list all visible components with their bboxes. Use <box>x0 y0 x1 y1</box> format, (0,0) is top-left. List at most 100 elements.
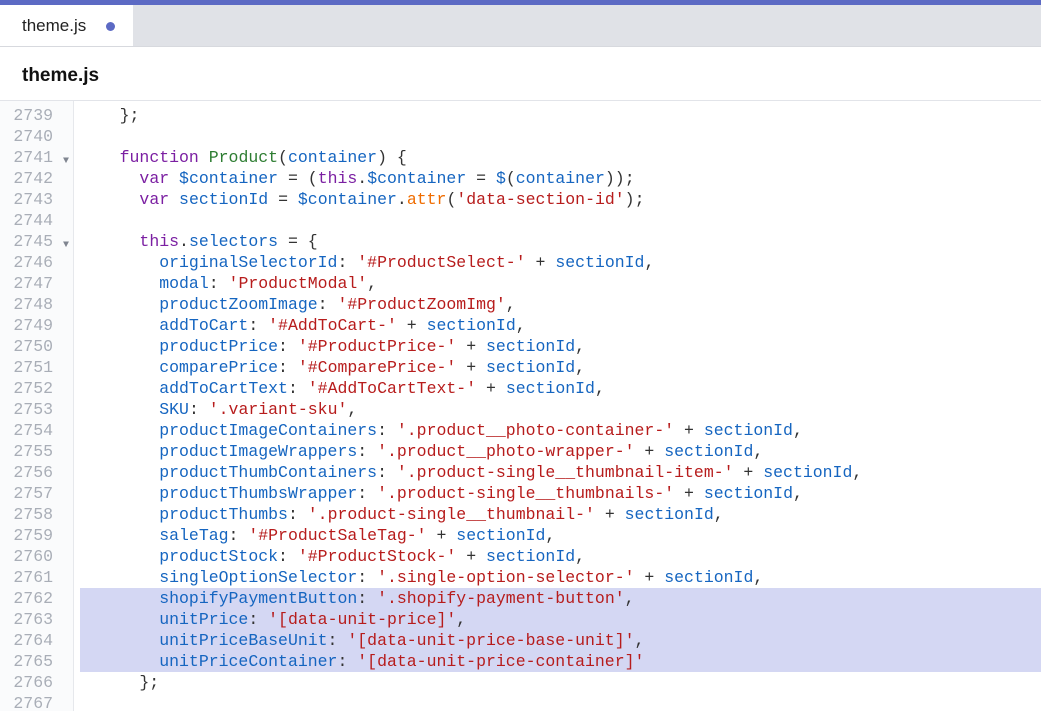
token-str: '#ProductSaleTag-' <box>248 526 426 545</box>
line-number[interactable]: 2739 <box>0 105 73 126</box>
token-this: this <box>318 169 358 188</box>
token-kw: var <box>139 190 169 209</box>
code-line[interactable]: unitPriceBaseUnit: '[data-unit-price-bas… <box>80 630 1041 651</box>
code-line[interactable]: productImageWrappers: '.product__photo-w… <box>80 441 1041 462</box>
token-prop: productZoomImage <box>159 295 317 314</box>
line-number[interactable]: 2742 <box>0 168 73 189</box>
code-line[interactable] <box>80 126 1041 147</box>
tab-bar: theme.js <box>0 5 1041 47</box>
token-punct: : <box>357 568 377 587</box>
line-number[interactable]: 2750 <box>0 336 73 357</box>
line-number[interactable]: 2756 <box>0 462 73 483</box>
line-number[interactable]: 2764 <box>0 630 73 651</box>
line-number[interactable]: 2755 <box>0 441 73 462</box>
token-punct <box>80 316 159 335</box>
code-line[interactable]: productPrice: '#ProductPrice-' + section… <box>80 336 1041 357</box>
code-line[interactable]: this.selectors = { <box>80 231 1041 252</box>
code-line[interactable]: var $container = (this.$container = $(co… <box>80 168 1041 189</box>
token-prop: modal <box>159 274 209 293</box>
line-number-gutter[interactable]: 273927402741▼2742274327442745▼2746274727… <box>0 101 74 711</box>
line-number[interactable]: 2761 <box>0 567 73 588</box>
token-punct: , <box>575 358 585 377</box>
token-punct <box>80 148 120 167</box>
code-line[interactable]: }; <box>80 672 1041 693</box>
line-number[interactable]: 2757 <box>0 483 73 504</box>
code-line[interactable]: modal: 'ProductModal', <box>80 273 1041 294</box>
code-line[interactable]: unitPriceContainer: '[data-unit-price-co… <box>80 651 1041 672</box>
token-punct: , <box>545 526 555 545</box>
token-punct <box>80 274 159 293</box>
line-number[interactable]: 2766 <box>0 672 73 693</box>
token-str: 'data-section-id' <box>456 190 624 209</box>
token-str: '#ProductPrice-' <box>298 337 456 356</box>
code-line[interactable]: saleTag: '#ProductSaleTag-' + sectionId, <box>80 525 1041 546</box>
code-line[interactable]: function Product(container) { <box>80 147 1041 168</box>
token-punct: , <box>793 421 803 440</box>
code-line[interactable]: productZoomImage: '#ProductZoomImg', <box>80 294 1041 315</box>
line-number[interactable]: 2751 <box>0 357 73 378</box>
line-number[interactable]: 2744 <box>0 210 73 231</box>
code-line[interactable]: unitPrice: '[data-unit-price]', <box>80 609 1041 630</box>
line-number[interactable]: 2759 <box>0 525 73 546</box>
token-str: '.product-single__thumbnail-' <box>308 505 595 524</box>
code-line[interactable]: productStock: '#ProductStock-' + section… <box>80 546 1041 567</box>
token-punct: ( <box>446 190 456 209</box>
line-number[interactable]: 2743 <box>0 189 73 210</box>
token-ident: sectionId <box>486 337 575 356</box>
code-line[interactable]: productThumbsWrapper: '.product-single__… <box>80 483 1041 504</box>
token-punct <box>80 652 159 671</box>
token-punct: + <box>635 442 665 461</box>
code-line[interactable] <box>80 693 1041 711</box>
token-str: '.product__photo-wrapper-' <box>377 442 634 461</box>
code-line[interactable]: productImageContainers: '.product__photo… <box>80 420 1041 441</box>
line-number[interactable]: 2763 <box>0 609 73 630</box>
token-ident: sectionId <box>179 190 268 209</box>
code-line[interactable]: addToCart: '#AddToCart-' + sectionId, <box>80 315 1041 336</box>
token-str: '[data-unit-price]' <box>268 610 456 629</box>
token-prop: productThumbContainers <box>159 463 377 482</box>
line-number[interactable]: 2767 <box>0 693 73 711</box>
line-number[interactable]: 2748 <box>0 294 73 315</box>
token-ident: selectors <box>189 232 278 251</box>
line-number[interactable]: 2758 <box>0 504 73 525</box>
token-punct: = ( <box>278 169 318 188</box>
code-editor[interactable]: 273927402741▼2742274327442745▼2746274727… <box>0 101 1041 711</box>
line-number[interactable]: 2749 <box>0 315 73 336</box>
line-number[interactable]: 2746 <box>0 252 73 273</box>
token-ident: sectionId <box>704 484 793 503</box>
token-punct <box>80 442 159 461</box>
line-number[interactable]: 2745▼ <box>0 231 73 252</box>
token-punct: : <box>248 610 268 629</box>
token-punct: : <box>248 316 268 335</box>
code-line[interactable]: var sectionId = $container.attr('data-se… <box>80 189 1041 210</box>
code-line[interactable] <box>80 210 1041 231</box>
line-number[interactable]: 2753 <box>0 399 73 420</box>
line-number[interactable]: 2754 <box>0 420 73 441</box>
code-line[interactable]: comparePrice: '#ComparePrice-' + section… <box>80 357 1041 378</box>
code-line[interactable]: productThumbContainers: '.product-single… <box>80 462 1041 483</box>
token-punct: }; <box>80 106 139 125</box>
code-line[interactable]: productThumbs: '.product-single__thumbna… <box>80 504 1041 525</box>
code-line[interactable]: addToCartText: '#AddToCartText-' + secti… <box>80 378 1041 399</box>
code-line[interactable]: }; <box>80 105 1041 126</box>
line-number[interactable]: 2740 <box>0 126 73 147</box>
token-punct: : <box>377 421 397 440</box>
token-punct: : <box>288 505 308 524</box>
line-number[interactable]: 2762 <box>0 588 73 609</box>
token-punct <box>80 232 139 251</box>
breadcrumb-filename: theme.js <box>22 65 99 86</box>
token-punct: , <box>644 253 654 272</box>
code-line[interactable]: originalSelectorId: '#ProductSelect-' + … <box>80 252 1041 273</box>
line-number[interactable]: 2747 <box>0 273 73 294</box>
code-line[interactable]: singleOptionSelector: '.single-option-se… <box>80 567 1041 588</box>
code-line[interactable]: shopifyPaymentButton: '.shopify-payment-… <box>80 588 1041 609</box>
code-area[interactable]: }; function Product(container) { var $co… <box>74 101 1041 711</box>
line-number[interactable]: 2752 <box>0 378 73 399</box>
code-line[interactable]: SKU: '.variant-sku', <box>80 399 1041 420</box>
token-str: '#ProductSelect-' <box>357 253 525 272</box>
tab-theme-js[interactable]: theme.js <box>0 5 133 46</box>
line-number[interactable]: 2760 <box>0 546 73 567</box>
token-prop: productImageContainers <box>159 421 377 440</box>
line-number[interactable]: 2765 <box>0 651 73 672</box>
line-number[interactable]: 2741▼ <box>0 147 73 168</box>
